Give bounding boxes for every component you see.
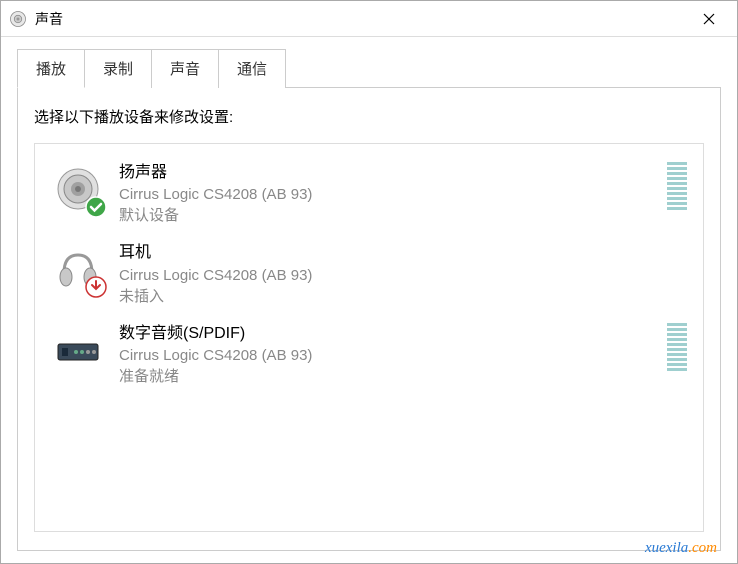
device-info: 扬声器 Cirrus Logic CS4208 (AB 93) 默认设备: [119, 162, 657, 226]
tabs: 播放 录制 声音 通信: [17, 49, 721, 88]
default-check-icon: [85, 196, 107, 218]
close-button[interactable]: [689, 3, 729, 35]
device-info: 数字音频(S/PDIF) Cirrus Logic CS4208 (AB 93)…: [119, 323, 657, 387]
device-item-speaker[interactable]: 扬声器 Cirrus Logic CS4208 (AB 93) 默认设备: [35, 154, 703, 234]
digital-audio-icon: [51, 323, 105, 377]
instruction-text: 选择以下播放设备来修改设置:: [34, 106, 704, 127]
device-status: 准备就绪: [119, 366, 657, 387]
tab-communications[interactable]: 通信: [218, 49, 286, 88]
device-status: 未插入: [119, 286, 687, 307]
device-name: 扬声器: [119, 162, 657, 184]
titlebar: 声音: [1, 1, 737, 37]
device-description: Cirrus Logic CS4208 (AB 93): [119, 345, 657, 366]
device-list[interactable]: 扬声器 Cirrus Logic CS4208 (AB 93) 默认设备: [34, 143, 704, 532]
level-meter: [667, 162, 687, 212]
device-description: Cirrus Logic CS4208 (AB 93): [119, 184, 657, 205]
watermark-text-2: .com: [688, 540, 717, 556]
tab-playback[interactable]: 播放: [17, 49, 85, 88]
sound-icon: [9, 10, 27, 28]
device-name: 耳机: [119, 242, 687, 264]
device-status: 默认设备: [119, 205, 657, 226]
dialog-content: 播放 录制 声音 通信 选择以下播放设备来修改设置:: [1, 37, 737, 563]
device-item-digital[interactable]: 数字音频(S/PDIF) Cirrus Logic CS4208 (AB 93)…: [35, 315, 703, 395]
sound-dialog: 声音 播放 录制 声音 通信 选择以下播放设备来修改设置:: [0, 0, 738, 564]
device-info: 耳机 Cirrus Logic CS4208 (AB 93) 未插入: [119, 242, 687, 306]
headphones-icon: [51, 242, 105, 296]
unplugged-icon: [85, 276, 107, 298]
tab-recording[interactable]: 录制: [84, 49, 152, 88]
device-description: Cirrus Logic CS4208 (AB 93): [119, 265, 687, 286]
window-title: 声音: [35, 9, 689, 29]
playback-panel: 选择以下播放设备来修改设置:: [17, 87, 721, 551]
device-item-headphones[interactable]: 耳机 Cirrus Logic CS4208 (AB 93) 未插入: [35, 234, 703, 314]
watermark-text-1: xuexila: [645, 540, 688, 556]
speaker-icon: [51, 162, 105, 216]
watermark: xuexila.com: [645, 540, 717, 557]
level-meter: [667, 323, 687, 373]
device-name: 数字音频(S/PDIF): [119, 323, 657, 345]
tab-sounds[interactable]: 声音: [151, 49, 219, 88]
